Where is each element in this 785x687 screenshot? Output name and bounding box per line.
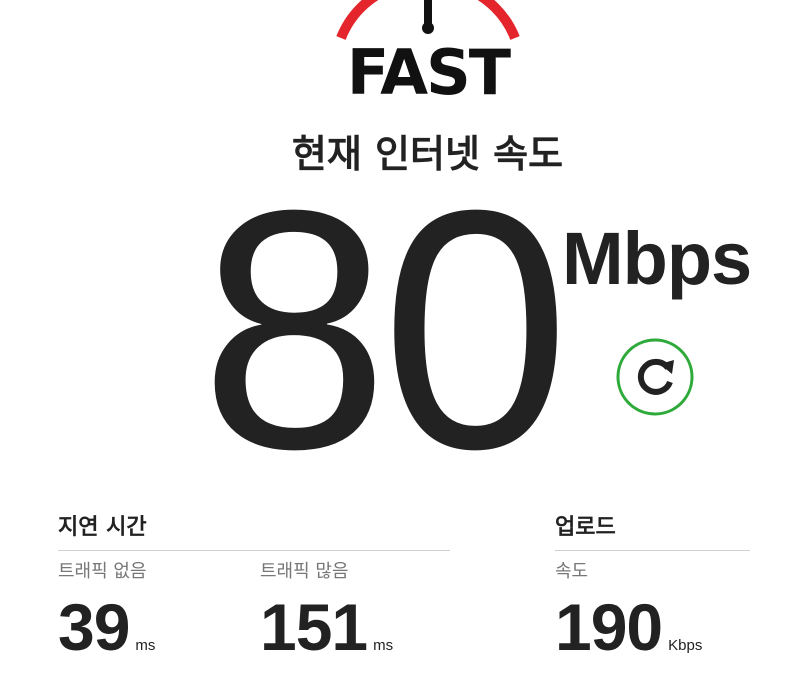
- unloaded-latency-unit: ms: [135, 637, 156, 654]
- download-speed-value: 80: [199, 140, 570, 520]
- upload-speed: 190 Kbps: [555, 594, 702, 660]
- refresh-icon: [616, 338, 694, 416]
- latency-section-title: 지연 시간: [58, 515, 147, 540]
- loaded-latency-unit: ms: [373, 637, 394, 654]
- unloaded-latency-value: 39: [58, 590, 130, 664]
- unloaded-latency-label: 트래픽 없음: [58, 561, 147, 582]
- loaded-latency-value: 151: [260, 590, 368, 664]
- unloaded-latency: 39 ms: [58, 594, 155, 660]
- upload-section-title: 업로드: [555, 515, 616, 540]
- download-speed-units: Mbps: [562, 217, 752, 300]
- latency-divider: [58, 550, 450, 551]
- upload-speed-label: 속도: [555, 561, 589, 582]
- refresh-button[interactable]: [616, 338, 694, 416]
- upload-speed-value: 190: [555, 590, 663, 664]
- loaded-latency: 151 ms: [260, 594, 393, 660]
- speedometer-icon: [336, 0, 520, 40]
- fast-logo: FAST: [333, 0, 523, 108]
- logo-text: FAST: [346, 36, 511, 109]
- upload-divider: [555, 550, 750, 551]
- upload-speed-unit: Kbps: [668, 637, 703, 654]
- loaded-latency-label: 트래픽 많음: [260, 561, 349, 582]
